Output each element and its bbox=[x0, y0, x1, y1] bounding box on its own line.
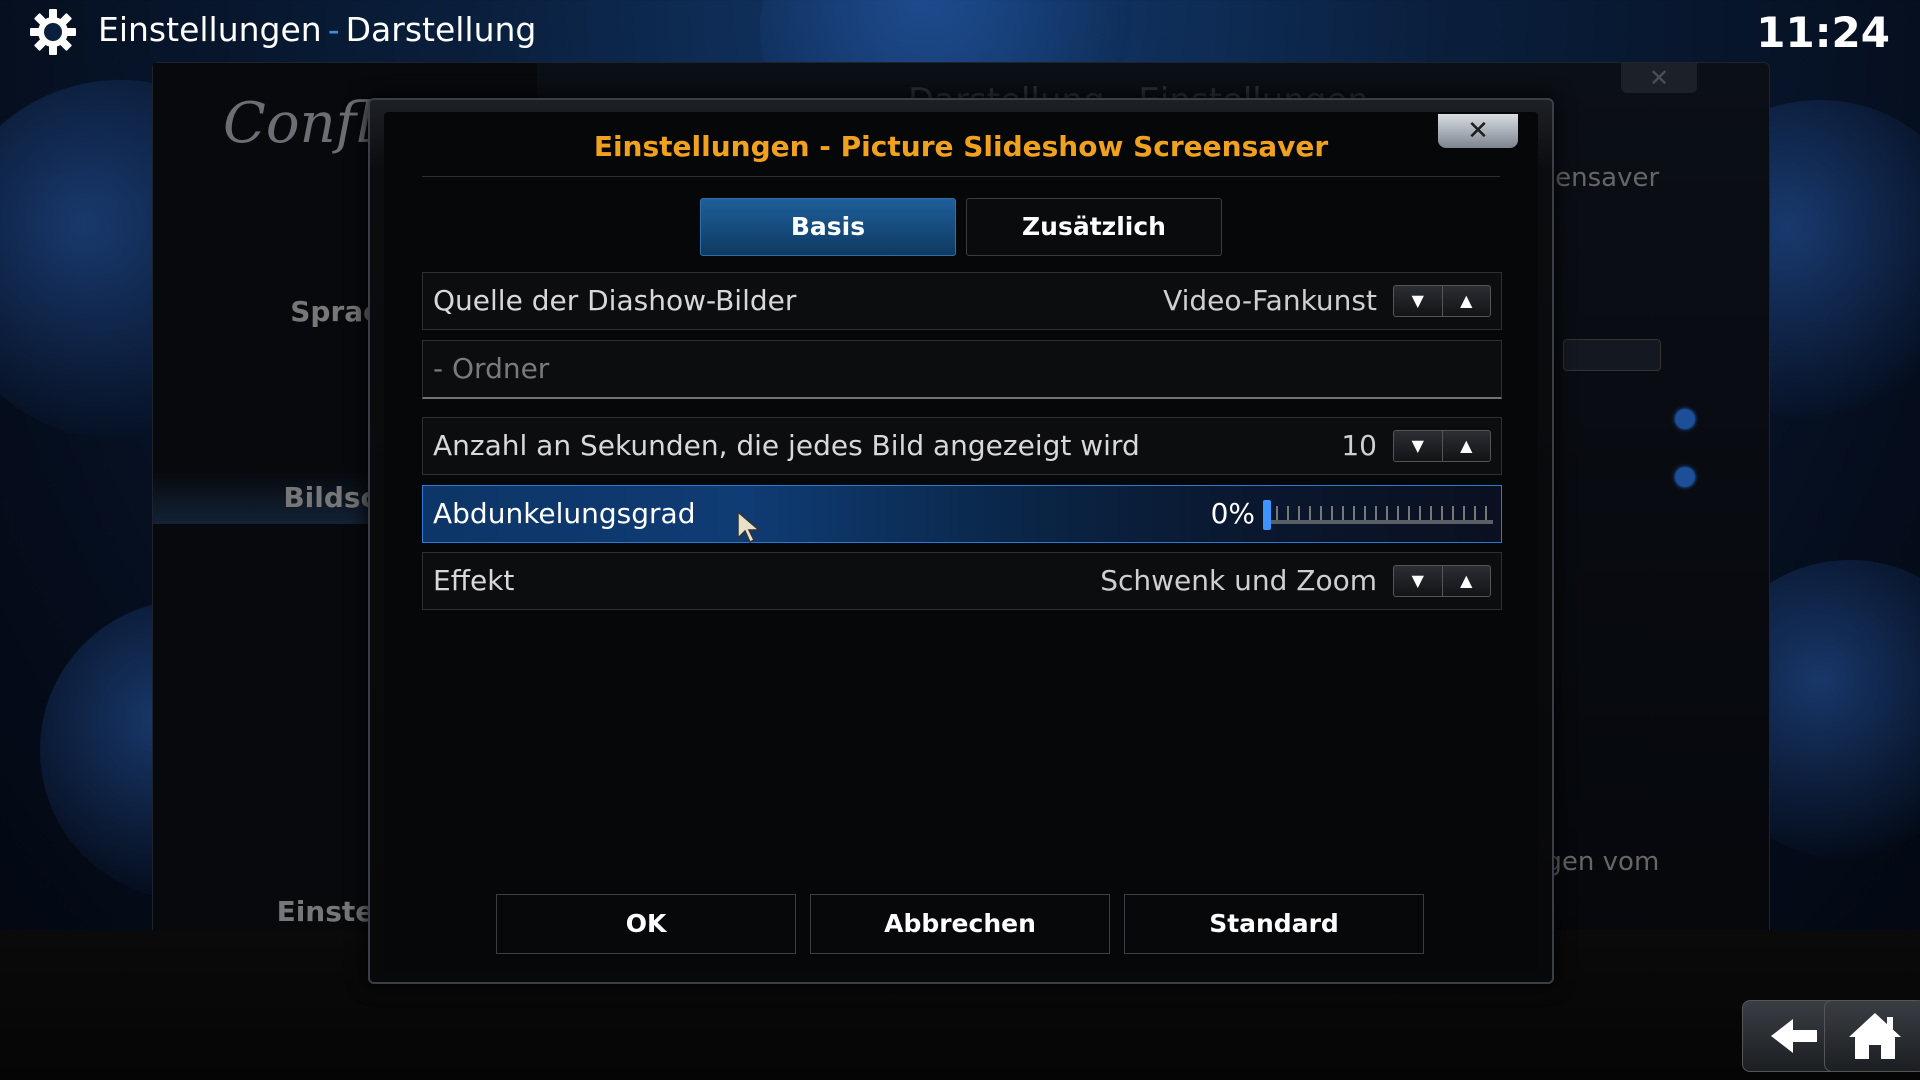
top-bar: Einstellungen - Darstellung 11:24 bbox=[0, 0, 1920, 62]
bg-spinner[interactable] bbox=[1563, 339, 1661, 371]
setting-row-folder[interactable]: - Ordner bbox=[422, 340, 1502, 399]
setting-value: Schwenk und Zoom bbox=[1100, 564, 1377, 597]
chevron-up-icon[interactable]: ▲ bbox=[1441, 286, 1491, 316]
skin-logo: Confl bbox=[223, 91, 373, 156]
home-icon bbox=[1849, 1013, 1901, 1059]
slider-ticks bbox=[1265, 506, 1493, 520]
slider-track bbox=[1265, 520, 1493, 524]
value-spinner: ▼ ▲ bbox=[1393, 565, 1491, 597]
setting-value: 0% bbox=[1210, 497, 1255, 530]
background-right-panel: reensaver n ängen vom bbox=[1513, 63, 1769, 989]
setting-row-seconds[interactable]: Anzahl an Sekunden, die jedes Bild angez… bbox=[422, 417, 1502, 475]
setting-row-effect[interactable]: Effekt Schwenk und Zoom ▼ ▲ bbox=[422, 552, 1502, 610]
gear-icon bbox=[30, 9, 76, 55]
dialog-title: Einstellungen - Picture Slideshow Screen… bbox=[593, 130, 1329, 163]
chevron-down-icon[interactable]: ▼ bbox=[1394, 431, 1442, 461]
default-button[interactable]: Standard bbox=[1124, 894, 1424, 954]
slider-thumb[interactable] bbox=[1263, 500, 1271, 530]
setting-value: 10 bbox=[1341, 429, 1377, 462]
bg-radio-button[interactable] bbox=[1675, 409, 1695, 429]
chevron-down-icon[interactable]: ▼ bbox=[1394, 286, 1442, 316]
value-spinner: ▼ ▲ bbox=[1393, 285, 1491, 317]
ok-button[interactable]: OK bbox=[496, 894, 796, 954]
cancel-button[interactable]: Abbrechen bbox=[810, 894, 1110, 954]
setting-label: - Ordner bbox=[433, 352, 550, 385]
home-button[interactable] bbox=[1824, 1000, 1920, 1072]
tab-additional[interactable]: Zusätzlich bbox=[966, 198, 1222, 256]
close-button[interactable]: ✕ bbox=[1438, 114, 1518, 148]
page-title: Einstellungen - Darstellung bbox=[98, 10, 536, 49]
setting-label: Effekt bbox=[433, 564, 515, 597]
setting-value: Video-Fankunst bbox=[1163, 284, 1377, 317]
setting-label: Quelle der Diashow-Bilder bbox=[433, 284, 797, 317]
title-main: Einstellungen bbox=[98, 10, 322, 49]
addon-settings-dialog: Einstellungen - Picture Slideshow Screen… bbox=[368, 98, 1554, 984]
chevron-up-icon[interactable]: ▲ bbox=[1441, 566, 1491, 596]
chevron-up-icon[interactable]: ▲ bbox=[1441, 431, 1491, 461]
setting-label: Anzahl an Sekunden, die jedes Bild angez… bbox=[433, 429, 1140, 462]
clock: 11:24 bbox=[1756, 8, 1890, 57]
dim-slider[interactable] bbox=[1263, 500, 1493, 530]
chevron-down-icon[interactable]: ▼ bbox=[1394, 566, 1442, 596]
title-section: Darstellung bbox=[345, 10, 537, 49]
tab-basis[interactable]: Basis bbox=[700, 198, 956, 256]
setting-label: Abdunkelungsgrad bbox=[433, 497, 696, 530]
value-spinner: ▼ ▲ bbox=[1393, 430, 1491, 462]
setting-row-source[interactable]: Quelle der Diashow-Bilder Video-Fankunst… bbox=[422, 272, 1502, 330]
divider bbox=[422, 176, 1500, 177]
bg-radio-button[interactable] bbox=[1675, 467, 1695, 487]
close-icon: ✕ bbox=[1467, 116, 1489, 146]
title-separator: - bbox=[327, 10, 340, 49]
setting-row-dim-level[interactable]: Abdunkelungsgrad 0% bbox=[422, 485, 1502, 543]
